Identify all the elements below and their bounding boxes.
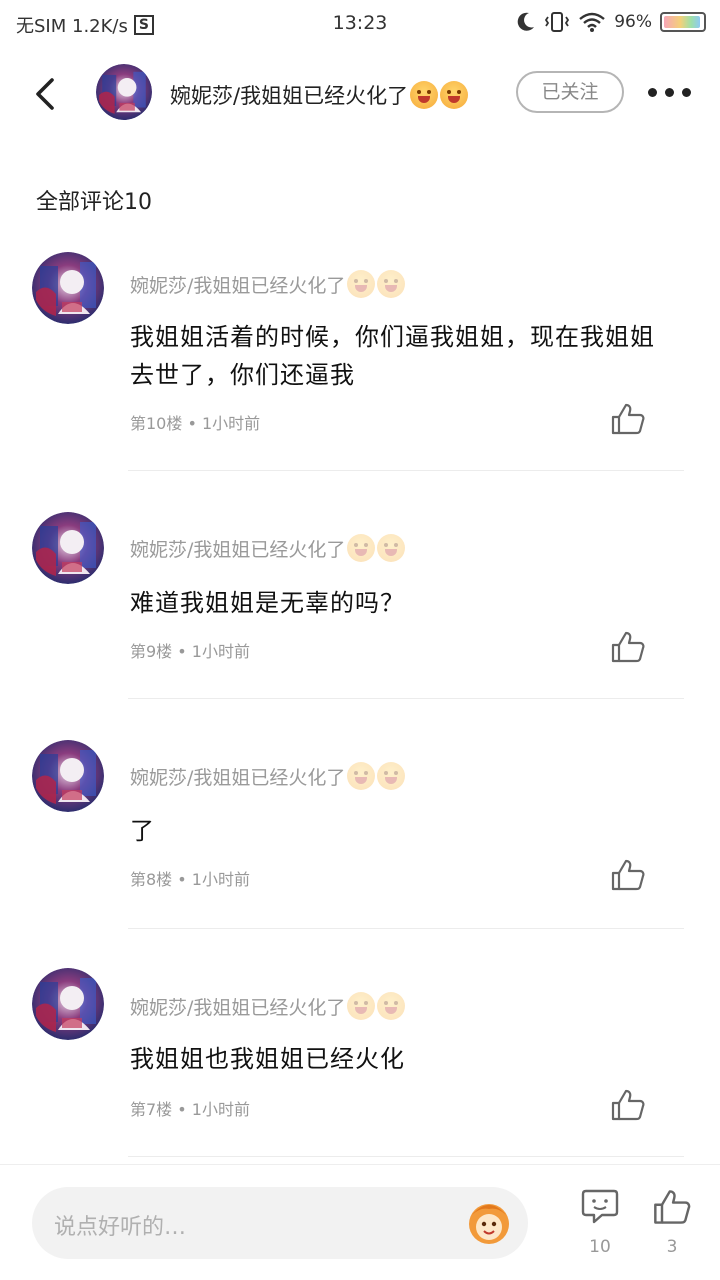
back-arrow-icon[interactable] — [28, 74, 64, 114]
bottom-bar: 说点好听的… 10 3 — [0, 1164, 720, 1280]
header-title-text: 婉妮莎/我姐姐已经火化了 — [170, 84, 409, 108]
divider — [128, 470, 684, 471]
comment-author-text: 婉妮莎/我姐姐已经火化了 — [130, 766, 346, 789]
comment-text: 了 — [130, 817, 155, 845]
comment-author-text: 婉妮莎/我姐姐已经火化了 — [130, 538, 346, 561]
angry-emoji-icon — [347, 992, 376, 1020]
battery-percent: 96% — [614, 12, 652, 32]
comment-avatar[interactable] — [32, 252, 104, 324]
header: 婉妮莎/我姐姐已经火化了 已关注 — [0, 56, 720, 130]
header-avatar[interactable] — [96, 64, 152, 120]
comment-meta: 第7楼 • 1小时前 — [130, 1100, 250, 1119]
follow-button[interactable]: 已关注 — [516, 71, 624, 113]
battery-icon — [660, 12, 706, 32]
comment-avatar[interactable] — [32, 740, 104, 812]
angry-emoji-icon — [377, 992, 406, 1020]
more-options-icon[interactable] — [648, 82, 694, 102]
like-icon[interactable] — [652, 1187, 692, 1227]
moon-icon — [517, 12, 535, 31]
angry-emoji-icon — [347, 534, 376, 562]
comment-text: 我姐姐也我姐姐已经火化 — [130, 1045, 405, 1073]
like-icon[interactable] — [610, 858, 646, 892]
like-icon[interactable] — [610, 1088, 646, 1122]
divider — [128, 698, 684, 699]
comment-author[interactable]: 婉妮莎/我姐姐已经火化了 — [130, 534, 406, 562]
vibrate-icon — [545, 12, 570, 32]
comment-bubble-icon[interactable] — [580, 1187, 620, 1227]
comment-avatar[interactable] — [32, 968, 104, 1040]
comment-input[interactable]: 说点好听的… — [32, 1187, 528, 1259]
divider — [128, 928, 684, 929]
comment-avatar[interactable] — [32, 512, 104, 584]
status-indicators: 96% — [514, 11, 706, 33]
like-icon[interactable] — [610, 630, 646, 664]
angry-emoji-icon — [440, 81, 469, 109]
comment-author-text: 婉妮莎/我姐姐已经火化了 — [130, 996, 346, 1019]
like-icon[interactable] — [610, 402, 646, 436]
comment-input-placeholder: 说点好听的… — [54, 1215, 187, 1240]
comment-meta: 第10楼 • 1小时前 — [130, 414, 261, 433]
wifi-icon — [579, 12, 605, 32]
angry-emoji-icon — [377, 534, 406, 562]
comment-author[interactable]: 婉妮莎/我姐姐已经火化了 — [130, 762, 406, 790]
battery-level — [664, 16, 701, 28]
comment-text: 我姐姐活着的时候，你们逼我姐姐，现在我姐姐去世了，你们还逼我 — [130, 323, 655, 389]
angry-emoji-icon — [410, 81, 439, 109]
angry-emoji-icon — [347, 270, 376, 298]
comments-section-title: 全部评论10 — [36, 190, 152, 215]
angry-emoji-icon — [377, 270, 406, 298]
comment-meta: 第9楼 • 1小时前 — [130, 642, 250, 661]
comment-count: 10 — [589, 1237, 611, 1257]
divider — [128, 1156, 684, 1157]
like-count: 3 — [666, 1237, 678, 1257]
comment-meta: 第8楼 • 1小时前 — [130, 870, 250, 889]
status-bar: 无SIM 1.2K/s S 13:23 96% — [0, 0, 720, 46]
header-title: 婉妮莎/我姐姐已经火化了 — [170, 80, 469, 110]
angry-emoji-icon — [377, 762, 406, 790]
comment-author[interactable]: 婉妮莎/我姐姐已经火化了 — [130, 270, 406, 298]
angry-emoji-icon — [347, 762, 376, 790]
comment-author-text: 婉妮莎/我姐姐已经火化了 — [130, 274, 346, 297]
mascot-icon[interactable] — [464, 1197, 514, 1247]
comment-text: 难道我姐姐是无辜的吗？ — [130, 589, 405, 617]
comment-author[interactable]: 婉妮莎/我姐姐已经火化了 — [130, 992, 406, 1020]
